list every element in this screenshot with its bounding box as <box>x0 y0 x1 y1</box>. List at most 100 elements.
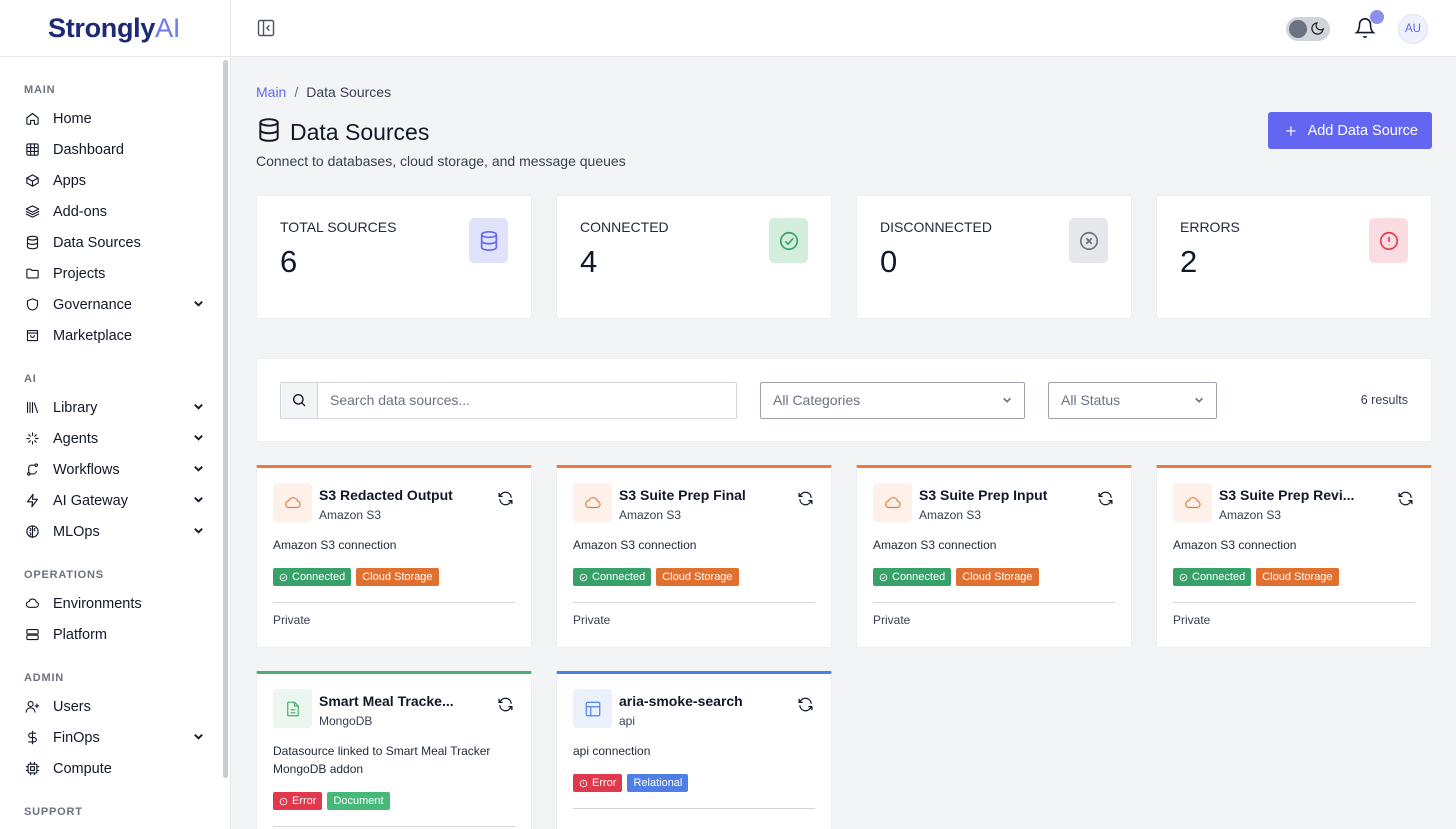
breadcrumb-main-link[interactable]: Main <box>256 84 286 100</box>
refresh-icon[interactable] <box>1097 490 1115 508</box>
database-icon <box>24 235 40 251</box>
sidebar-item-apps[interactable]: Apps <box>0 165 230 196</box>
status-badge: Error <box>273 792 323 810</box>
sidebar-item-label: Compute <box>53 760 112 777</box>
database-icon <box>256 116 282 149</box>
cloud-icon <box>1173 483 1212 522</box>
sidebar-item-finops[interactable]: FinOps <box>0 722 230 753</box>
sidebar-item-library[interactable]: Library <box>0 392 230 423</box>
chevron-down-icon[interactable] <box>193 431 204 447</box>
card-divider <box>273 602 515 603</box>
data-source-card[interactable]: S3 Suite Prep Revi... Amazon S3 Amazon S3 … <box>1156 465 1432 648</box>
data-source-card[interactable]: S3 Suite Prep Final Amazon S3 Amazon S3 co… <box>556 465 832 648</box>
cloud-icon <box>273 483 312 522</box>
sidebar-item-environments[interactable]: Environments <box>0 588 230 619</box>
status-badge: Connected <box>1173 568 1252 586</box>
card-divider <box>273 826 515 827</box>
refresh-icon[interactable] <box>497 490 515 508</box>
check-circle-icon <box>769 218 808 263</box>
sidebar-item-label: Add-ons <box>53 203 108 220</box>
card-visibility: Private <box>573 613 611 627</box>
status-select[interactable]: All Status <box>1048 381 1217 419</box>
chevron-down-icon[interactable] <box>193 462 204 478</box>
card-title[interactable]: Smart Meal Tracke... <box>319 693 493 709</box>
status-badge: Connected <box>573 568 652 586</box>
stat-card-total-sources: TOTAL SOURCES 6 <box>256 195 532 319</box>
sidebar-item-label: Workflows <box>53 461 120 478</box>
card-description: Amazon S3 connection <box>273 538 397 552</box>
card-description: Datasource linked to Smart Meal Tracker … <box>273 744 491 776</box>
sidebar-item-add-ons[interactable]: Add-ons <box>0 196 230 227</box>
sidebar-item-home[interactable]: Home <box>0 103 230 134</box>
search-icon <box>281 382 318 418</box>
chevron-down-icon[interactable] <box>193 400 204 416</box>
chevron-down-icon <box>1195 397 1203 403</box>
nav-section-title: OPERATIONS <box>24 569 104 581</box>
notifications-bell-icon[interactable] <box>1354 10 1384 41</box>
category-select-value: All Categories <box>773 392 861 408</box>
card-title[interactable]: S3 Suite Prep Revi... <box>1219 487 1393 503</box>
data-source-card[interactable]: S3 Suite Prep Input Amazon S3 Amazon S3 co… <box>856 465 1132 648</box>
sparkle-icon <box>24 431 40 447</box>
card-description: Amazon S3 connection <box>873 538 997 552</box>
status-badge: Error <box>573 774 623 792</box>
chevron-down-icon[interactable] <box>193 730 204 746</box>
page-title: Data Sources <box>290 118 430 145</box>
sidebar-item-mlops[interactable]: MLOps <box>0 516 230 547</box>
sidebar-item-data-sources[interactable]: Data Sources <box>0 227 230 258</box>
sidebar-scrollbar[interactable] <box>223 60 228 778</box>
card-divider <box>573 808 815 809</box>
refresh-icon[interactable] <box>797 696 815 714</box>
sidebar-item-ai-gateway[interactable]: AI Gateway <box>0 485 230 516</box>
sidebar-item-label: Data Sources <box>53 234 141 251</box>
data-source-card[interactable]: S3 Redacted Output Amazon S3 Amazon S3 con… <box>256 465 532 648</box>
add-data-source-button[interactable]: Add Data Source <box>1267 112 1432 149</box>
refresh-icon[interactable] <box>497 696 515 714</box>
sidebar-item-governance[interactable]: Governance <box>0 289 230 320</box>
user-avatar[interactable]: AU <box>1398 14 1428 44</box>
add-data-source-label: Add Data Source <box>1307 122 1418 139</box>
chevron-down-icon[interactable] <box>193 524 204 540</box>
nav-section-title: MAIN <box>24 84 56 96</box>
data-source-card[interactable]: aria-smoke-search api api connection Error R… <box>556 671 832 829</box>
search-input[interactable] <box>318 382 736 418</box>
sidebar: Strongly AI MAIN Home Dashboard Apps Add-ons D… <box>0 0 231 829</box>
sidebar-item-agents[interactable]: Agents <box>0 423 230 454</box>
sidebar-item-dashboard[interactable]: Dashboard <box>0 134 230 165</box>
status-badge-label: Connected <box>592 571 646 583</box>
category-badge: Cloud Storage <box>956 568 1039 586</box>
user-plus-icon <box>24 699 40 715</box>
refresh-icon[interactable] <box>797 490 815 508</box>
sidebar-item-contact[interactable]: Contact <box>0 825 230 829</box>
sidebar-item-label: Home <box>53 110 92 127</box>
card-title[interactable]: aria-smoke-search <box>619 693 793 709</box>
chevron-down-icon[interactable] <box>193 493 204 509</box>
collapse-sidebar-icon[interactable] <box>255 17 277 39</box>
category-select[interactable]: All Categories <box>760 381 1025 419</box>
card-type: Amazon S3 <box>619 508 682 522</box>
card-title[interactable]: S3 Redacted Output <box>319 487 493 503</box>
sidebar-item-compute[interactable]: Compute <box>0 753 230 784</box>
data-source-card[interactable]: Smart Meal Tracke... MongoDB Datasource li… <box>256 671 532 829</box>
sidebar-item-label: Governance <box>53 296 132 313</box>
sidebar-item-label: Projects <box>53 265 106 282</box>
status-badge-label: Error <box>592 777 617 789</box>
refresh-icon[interactable] <box>1397 490 1415 508</box>
layers-icon <box>24 204 40 220</box>
sidebar-item-label: Users <box>53 698 91 715</box>
card-type: api <box>619 714 636 728</box>
sidebar-item-users[interactable]: Users <box>0 691 230 722</box>
card-title[interactable]: S3 Suite Prep Input <box>919 487 1093 503</box>
card-type: Amazon S3 <box>919 508 982 522</box>
brand-name-part2: AI <box>155 12 181 43</box>
card-title[interactable]: S3 Suite Prep Final <box>619 487 793 503</box>
sidebar-nav: MAIN Home Dashboard Apps Add-ons Data Sources… <box>0 57 230 829</box>
chevron-down-icon[interactable] <box>193 297 204 313</box>
sidebar-item-projects[interactable]: Projects <box>0 258 230 289</box>
theme-toggle[interactable] <box>1286 17 1330 41</box>
sidebar-item-label: Agents <box>53 430 99 447</box>
sidebar-item-workflows[interactable]: Workflows <box>0 454 230 485</box>
brand-logo[interactable]: Strongly AI <box>0 0 230 57</box>
sidebar-item-marketplace[interactable]: Marketplace <box>0 320 230 351</box>
sidebar-item-platform[interactable]: Platform <box>0 619 230 650</box>
